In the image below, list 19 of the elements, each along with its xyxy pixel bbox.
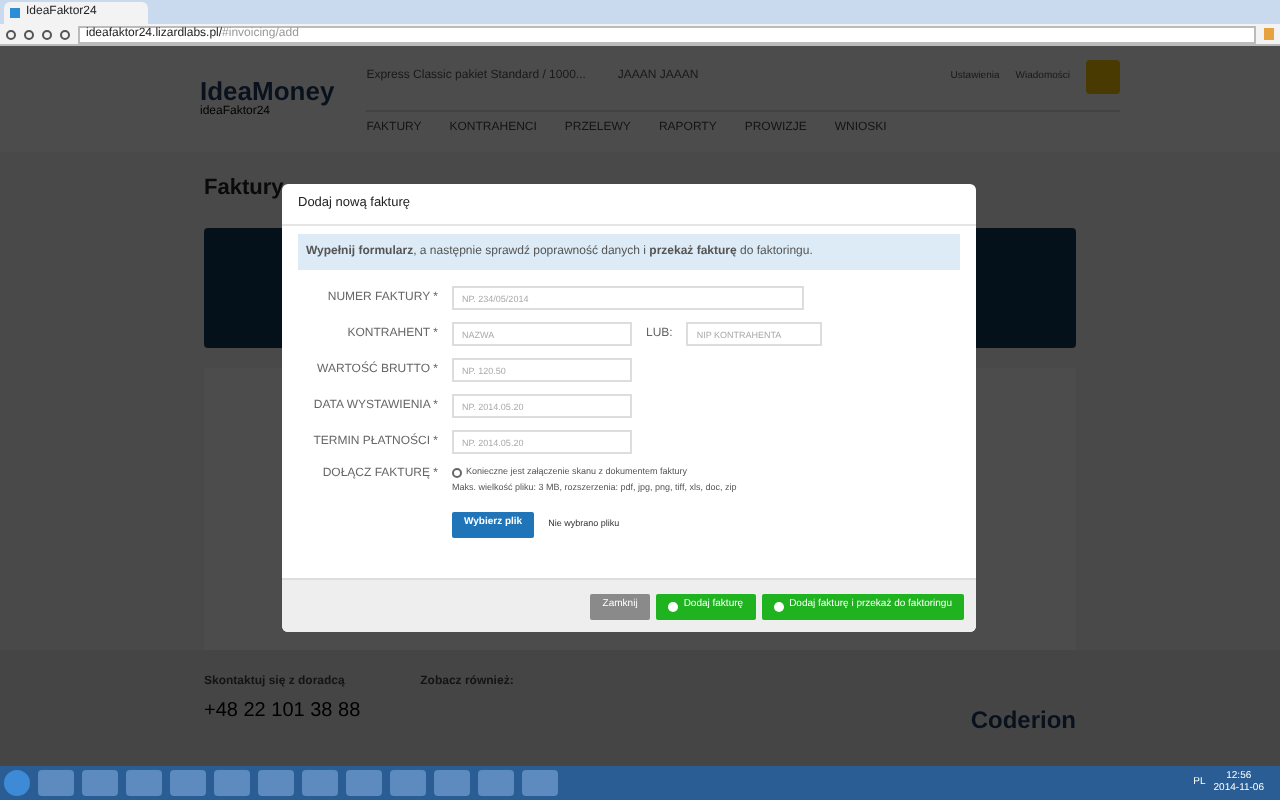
taskbar-app-icon[interactable] (170, 770, 206, 796)
taskbar-app-icon[interactable] (214, 770, 250, 796)
taskbar-app-icon[interactable] (302, 770, 338, 796)
favicon-icon (10, 8, 20, 18)
logo-text: IdeaMoney (200, 77, 335, 103)
taskbar-app-icon[interactable] (126, 770, 162, 796)
taskbar-app-icon[interactable] (434, 770, 470, 796)
start-button[interactable] (4, 770, 30, 796)
brand-logo-text: Coderion (970, 704, 1076, 738)
page-heading: Faktury (204, 174, 284, 202)
taskbar-app-icon[interactable] (38, 770, 74, 796)
taskbar-app-icon[interactable] (522, 770, 558, 796)
taskbar-app-icon[interactable] (82, 770, 118, 796)
taskbar-app-icon[interactable] (346, 770, 382, 796)
info-icon (452, 467, 462, 478)
taskbar-app-icon[interactable] (258, 770, 294, 796)
taskbar-app-icon[interactable] (390, 770, 426, 796)
taskbar-app-icon[interactable] (478, 770, 514, 796)
phone-number: +48 22 101 38 88 (204, 698, 361, 726)
